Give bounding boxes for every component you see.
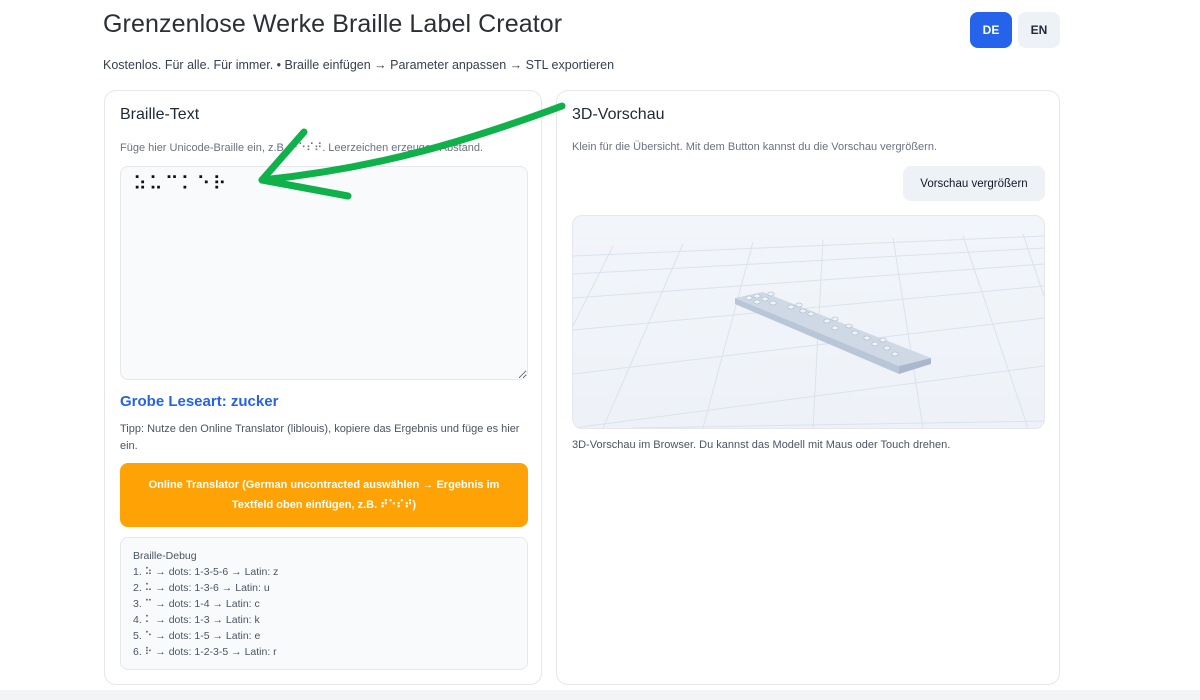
- rough-reading-label: Grobe Leseart:: [120, 393, 227, 410]
- language-en-button[interactable]: EN: [1018, 12, 1060, 48]
- braille-debug-line: 2. ⠥ → dots: 1-3-6 → Latin: u: [133, 582, 270, 594]
- braille-text-title: Braille-Text: [120, 106, 200, 123]
- braille-debug-line: 6. ⠗ → dots: 1-2-3-5 → Latin: r: [133, 646, 277, 658]
- rough-reading: Grobe Leseart: zucker: [120, 393, 278, 410]
- 3d-preview-caption: 3D-Vorschau im Browser. Du kannst das Mo…: [572, 439, 951, 451]
- app-title: Grenzenlose Werke Braille Label Creator: [103, 10, 563, 38]
- braille-input-hint: Füge hier Unicode-Braille ein, z.B. ⠞⠑⠎⠞…: [120, 142, 484, 154]
- braille-input[interactable]: ⠵⠥⠉⠅⠑⠗: [120, 166, 528, 380]
- braille-debug-title: Braille-Debug: [133, 550, 197, 562]
- rough-reading-value: zucker: [230, 393, 279, 410]
- 3d-preview-viewport[interactable]: [572, 215, 1045, 429]
- 3d-preview-title: 3D-Vorschau: [572, 106, 665, 123]
- braille-debug-line: 3. ⠉ → dots: 1-4 → Latin: c: [133, 598, 260, 610]
- braille-plate-model: [735, 291, 931, 374]
- braille-debug-line: 1. ⠵ → dots: 1-3-5-6 → Latin: z: [133, 566, 279, 578]
- language-de-button[interactable]: DE: [970, 12, 1012, 48]
- 3d-scene: [573, 233, 1044, 428]
- page-bottom-band: [0, 690, 1200, 700]
- braille-debug-box: Braille-Debug 1. ⠵ → dots: 1-3-5-6 → Lat…: [120, 537, 528, 670]
- online-translator-button[interactable]: Online Translator (German uncontracted a…: [120, 463, 528, 527]
- app-page: Grenzenlose Werke Braille Label Creator …: [0, 0, 1200, 700]
- app-subtitle: Kostenlos. Für alle. Für immer. • Braill…: [103, 58, 615, 72]
- 3d-preview-hint: Klein für die Übersicht. Mit dem Button …: [572, 141, 938, 153]
- translator-tip: Tipp: Nutze den Online Translator (liblo…: [120, 423, 520, 452]
- braille-debug-line: 5. ⠑ → dots: 1-5 → Latin: e: [133, 630, 261, 642]
- enlarge-preview-button[interactable]: Vorschau vergrößern: [903, 166, 1045, 201]
- 3d-preview-card: 3D-Vorschau Klein für die Übersicht. Mit…: [556, 90, 1060, 685]
- braille-text-card: Braille-Text Füge hier Unicode-Braille e…: [104, 90, 542, 685]
- braille-debug-line: 4. ⠅ → dots: 1-3 → Latin: k: [133, 614, 260, 626]
